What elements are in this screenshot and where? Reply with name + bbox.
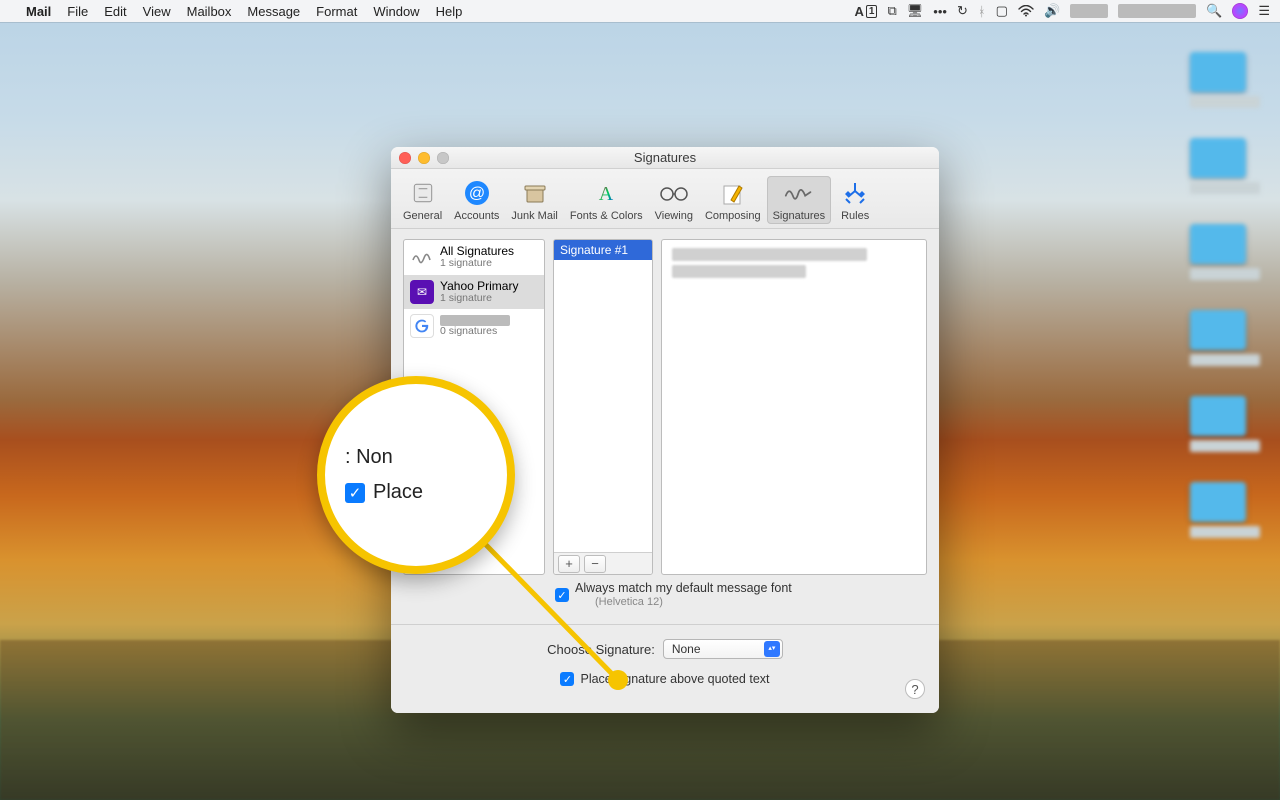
remove-signature-button[interactable]: − [584, 555, 606, 573]
checkmark-icon: ✓ [555, 588, 569, 602]
rules-icon [840, 179, 870, 207]
clock[interactable] [1118, 4, 1196, 18]
yahoo-icon: ✉ [410, 280, 434, 304]
checkmark-icon: ✓ [560, 672, 574, 686]
tab-signatures[interactable]: Signatures [767, 176, 832, 224]
notification-center-icon[interactable]: ☰ [1258, 3, 1270, 19]
choose-signature-label: Choose Signature: [547, 642, 655, 657]
desktop-item[interactable] [1190, 52, 1246, 92]
window-minimize-button[interactable] [418, 152, 430, 164]
help-button[interactable]: ? [905, 679, 925, 699]
svg-text:@: @ [469, 185, 485, 202]
bluetooth-icon[interactable]: ᚼ [978, 4, 986, 19]
glasses-icon [659, 179, 689, 207]
tab-viewing[interactable]: Viewing [649, 176, 699, 224]
app-menu[interactable]: Mail [26, 4, 51, 19]
google-icon [410, 314, 434, 338]
menu-edit[interactable]: Edit [104, 4, 126, 19]
trash-icon [520, 179, 550, 207]
adobe-cc-icon[interactable]: A1 [855, 4, 878, 19]
gear-icon [408, 179, 438, 207]
svg-text:A: A [599, 183, 614, 205]
callout-bottom-fragment: Place [373, 481, 423, 504]
place-signature-above-checkbox[interactable]: ✓ Place signature above quoted text [560, 671, 769, 686]
checkmark-icon: ✓ [345, 483, 365, 503]
annotation-magnifier: : Non ✓ Place [317, 376, 515, 574]
pencil-icon [718, 179, 748, 207]
window-zoom-button[interactable] [437, 152, 449, 164]
popup-arrows-icon: ▴▾ [764, 641, 780, 657]
account-google[interactable]: 0 signatures [404, 309, 544, 343]
desktop-icons [1190, 52, 1260, 538]
menu-format[interactable]: Format [316, 4, 357, 19]
choose-signature-popup[interactable]: None ▴▾ [663, 639, 783, 659]
callout-top-fragment: : Non [345, 446, 495, 469]
desktop-item[interactable] [1190, 310, 1246, 350]
default-font-note: (Helvetica 12) [595, 596, 792, 608]
desktop-item[interactable] [1190, 224, 1246, 264]
fonts-icon: A [591, 179, 621, 207]
tab-accounts[interactable]: @ Accounts [448, 176, 505, 224]
desktop-item[interactable] [1190, 482, 1246, 522]
tab-rules[interactable]: Rules [831, 176, 879, 224]
menu-help[interactable]: Help [436, 4, 463, 19]
desktop-item[interactable] [1190, 138, 1246, 178]
spotlight-icon[interactable]: 🔍 [1206, 3, 1222, 19]
separator [391, 624, 939, 625]
menu-mailbox[interactable]: Mailbox [187, 4, 232, 19]
signatures-list: Signature #1 + − [553, 239, 653, 575]
window-titlebar[interactable]: Signatures [391, 147, 939, 169]
account-yahoo[interactable]: ✉ Yahoo Primary1 signature [404, 275, 544, 310]
at-sign-icon: @ [462, 179, 492, 207]
more-icon[interactable]: ••• [933, 4, 947, 19]
account-all-signatures[interactable]: All Signatures1 signature [404, 240, 544, 275]
add-signature-button[interactable]: + [558, 555, 580, 573]
always-match-font-checkbox[interactable]: ✓ Always match my default message font (… [555, 581, 792, 608]
tab-junk-mail[interactable]: Junk Mail [505, 176, 563, 224]
tab-composing[interactable]: Composing [699, 176, 767, 224]
volume-icon[interactable]: 🔊 [1044, 3, 1060, 19]
menu-message[interactable]: Message [247, 4, 300, 19]
tab-fonts-colors[interactable]: A Fonts & Colors [564, 176, 649, 224]
desktop-item[interactable] [1190, 396, 1246, 436]
timemachine-icon[interactable]: ↻ [957, 3, 968, 19]
airplay-icon[interactable]: ▢ [996, 3, 1008, 19]
monitor-icon[interactable]: 🖥 [907, 3, 924, 19]
window-title: Signatures [634, 150, 696, 165]
signature-icon [784, 179, 814, 207]
signature-item[interactable]: Signature #1 [554, 240, 652, 260]
battery-status[interactable] [1070, 4, 1108, 18]
macos-menubar: Mail File Edit View Mailbox Message Form… [0, 0, 1280, 22]
siri-icon[interactable] [1232, 3, 1248, 19]
signature-preview[interactable] [661, 239, 927, 575]
menu-view[interactable]: View [143, 4, 171, 19]
dropbox-icon[interactable]: ⧉ [887, 3, 896, 19]
menu-file[interactable]: File [67, 4, 88, 19]
menu-window[interactable]: Window [373, 4, 419, 19]
wifi-icon[interactable] [1018, 5, 1034, 17]
signature-icon [410, 245, 434, 269]
preferences-toolbar: General @ Accounts Junk Mail A Fonts & C… [391, 169, 939, 229]
tab-general[interactable]: General [397, 176, 448, 224]
window-close-button[interactable] [399, 152, 411, 164]
